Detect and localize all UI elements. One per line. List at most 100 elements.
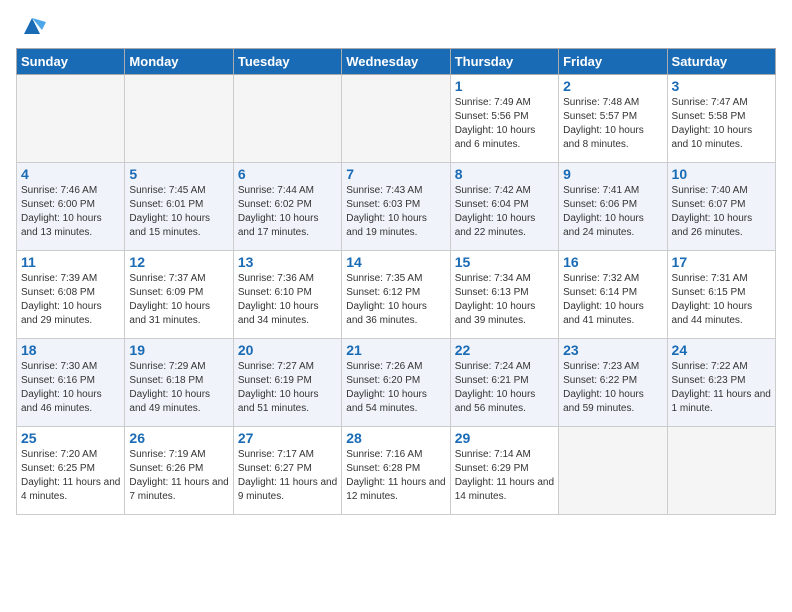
calendar-cell: 12 Sunrise: 7:37 AM Sunset: 6:09 PM Dayli… [125, 251, 233, 339]
day-info: Sunrise: 7:23 AM Sunset: 6:22 PM Dayligh… [563, 360, 662, 416]
day-number: 4 [21, 166, 120, 182]
day-number: 16 [563, 254, 662, 270]
day-number: 1 [455, 78, 554, 94]
weekday-header-saturday: Saturday [667, 49, 775, 75]
calendar-cell: 4 Sunrise: 7:46 AM Sunset: 6:00 PM Daylig… [17, 163, 125, 251]
day-number: 6 [238, 166, 337, 182]
calendar-cell: 15 Sunrise: 7:34 AM Sunset: 6:13 PM Dayli… [450, 251, 558, 339]
logo [16, 12, 46, 40]
day-info: Sunrise: 7:16 AM Sunset: 6:28 PM Dayligh… [346, 448, 445, 504]
day-info: Sunrise: 7:26 AM Sunset: 6:20 PM Dayligh… [346, 360, 445, 416]
page-header [16, 12, 776, 40]
calendar-week-row: 18 Sunrise: 7:30 AM Sunset: 6:16 PM Dayli… [17, 339, 776, 427]
day-number: 22 [455, 342, 554, 358]
calendar-cell: 14 Sunrise: 7:35 AM Sunset: 6:12 PM Dayli… [342, 251, 450, 339]
calendar-cell: 13 Sunrise: 7:36 AM Sunset: 6:10 PM Dayli… [233, 251, 341, 339]
day-info: Sunrise: 7:20 AM Sunset: 6:25 PM Dayligh… [21, 448, 120, 504]
day-info: Sunrise: 7:31 AM Sunset: 6:15 PM Dayligh… [672, 272, 771, 328]
weekday-header-wednesday: Wednesday [342, 49, 450, 75]
calendar-cell: 22 Sunrise: 7:24 AM Sunset: 6:21 PM Dayli… [450, 339, 558, 427]
day-number: 25 [21, 430, 120, 446]
day-number: 9 [563, 166, 662, 182]
day-info: Sunrise: 7:42 AM Sunset: 6:04 PM Dayligh… [455, 184, 554, 240]
day-number: 27 [238, 430, 337, 446]
calendar-cell: 1 Sunrise: 7:49 AM Sunset: 5:56 PM Daylig… [450, 75, 558, 163]
day-info: Sunrise: 7:19 AM Sunset: 6:26 PM Dayligh… [129, 448, 228, 504]
calendar-cell: 2Sunrise: 7:48 AM Sunset: 5:57 PM Daylig… [559, 75, 667, 163]
calendar-cell: 6 Sunrise: 7:44 AM Sunset: 6:02 PM Daylig… [233, 163, 341, 251]
calendar-cell: 7Sunrise: 7:43 AM Sunset: 6:03 PM Daylig… [342, 163, 450, 251]
day-number: 18 [21, 342, 120, 358]
day-info: Sunrise: 7:36 AM Sunset: 6:10 PM Dayligh… [238, 272, 337, 328]
day-number: 11 [21, 254, 120, 270]
day-number: 23 [563, 342, 662, 358]
day-info: Sunrise: 7:29 AM Sunset: 6:18 PM Dayligh… [129, 360, 228, 416]
day-number: 28 [346, 430, 445, 446]
day-number: 10 [672, 166, 771, 182]
calendar-cell [342, 75, 450, 163]
logo-icon [18, 12, 46, 40]
day-number: 12 [129, 254, 228, 270]
day-number: 13 [238, 254, 337, 270]
day-number: 17 [672, 254, 771, 270]
calendar-cell: 26 Sunrise: 7:19 AM Sunset: 6:26 PM Dayli… [125, 427, 233, 515]
day-number: 19 [129, 342, 228, 358]
day-info: Sunrise: 7:37 AM Sunset: 6:09 PM Dayligh… [129, 272, 228, 328]
calendar-cell: 24 Sunrise: 7:22 AM Sunset: 6:23 PM Dayli… [667, 339, 775, 427]
day-number: 15 [455, 254, 554, 270]
day-info: Sunrise: 7:44 AM Sunset: 6:02 PM Dayligh… [238, 184, 337, 240]
day-number: 26 [129, 430, 228, 446]
calendar-cell: 8 Sunrise: 7:42 AM Sunset: 6:04 PM Daylig… [450, 163, 558, 251]
day-info: Sunrise: 7:22 AM Sunset: 6:23 PM Dayligh… [672, 360, 771, 416]
calendar-cell: 27 Sunrise: 7:17 AM Sunset: 6:27 PM Dayli… [233, 427, 341, 515]
calendar-cell: 25 Sunrise: 7:20 AM Sunset: 6:25 PM Dayli… [17, 427, 125, 515]
calendar-cell [559, 427, 667, 515]
weekday-header-friday: Friday [559, 49, 667, 75]
day-number: 21 [346, 342, 445, 358]
calendar-cell: 16 Sunrise: 7:32 AM Sunset: 6:14 PM Dayli… [559, 251, 667, 339]
day-info: Sunrise: 7:46 AM Sunset: 6:00 PM Dayligh… [21, 184, 120, 240]
calendar-week-row: 11 Sunrise: 7:39 AM Sunset: 6:08 PM Dayli… [17, 251, 776, 339]
calendar-cell [125, 75, 233, 163]
day-number: 7 [346, 166, 445, 182]
page-container: SundayMondayTuesdayWednesdayThursdayFrid… [0, 0, 792, 523]
calendar-cell: 23 Sunrise: 7:23 AM Sunset: 6:22 PM Dayli… [559, 339, 667, 427]
day-number: 24 [672, 342, 771, 358]
day-info: Sunrise: 7:30 AM Sunset: 6:16 PM Dayligh… [21, 360, 120, 416]
calendar-cell: 11 Sunrise: 7:39 AM Sunset: 6:08 PM Dayli… [17, 251, 125, 339]
calendar-week-row: 25 Sunrise: 7:20 AM Sunset: 6:25 PM Dayli… [17, 427, 776, 515]
day-info: Sunrise: 7:17 AM Sunset: 6:27 PM Dayligh… [238, 448, 337, 504]
day-info: Sunrise: 7:45 AM Sunset: 6:01 PM Dayligh… [129, 184, 228, 240]
day-info: Sunrise: 7:49 AM Sunset: 5:56 PM Dayligh… [455, 96, 554, 152]
calendar-week-row: 1 Sunrise: 7:49 AM Sunset: 5:56 PM Daylig… [17, 75, 776, 163]
weekday-header-sunday: Sunday [17, 49, 125, 75]
calendar-cell: 5 Sunrise: 7:45 AM Sunset: 6:01 PM Daylig… [125, 163, 233, 251]
calendar-week-row: 4 Sunrise: 7:46 AM Sunset: 6:00 PM Daylig… [17, 163, 776, 251]
weekday-header-monday: Monday [125, 49, 233, 75]
day-info: Sunrise: 7:24 AM Sunset: 6:21 PM Dayligh… [455, 360, 554, 416]
calendar-table: SundayMondayTuesdayWednesdayThursdayFrid… [16, 48, 776, 515]
day-info: Sunrise: 7:39 AM Sunset: 6:08 PM Dayligh… [21, 272, 120, 328]
calendar-cell: 3 Sunrise: 7:47 AM Sunset: 5:58 PM Daylig… [667, 75, 775, 163]
day-info: Sunrise: 7:32 AM Sunset: 6:14 PM Dayligh… [563, 272, 662, 328]
calendar-cell [17, 75, 125, 163]
calendar-cell: 10Sunrise: 7:40 AM Sunset: 6:07 PM Dayli… [667, 163, 775, 251]
day-info: Sunrise: 7:41 AM Sunset: 6:06 PM Dayligh… [563, 184, 662, 240]
day-number: 14 [346, 254, 445, 270]
calendar-cell: 29Sunrise: 7:14 AM Sunset: 6:29 PM Dayli… [450, 427, 558, 515]
day-number: 3 [672, 78, 771, 94]
calendar-cell: 28 Sunrise: 7:16 AM Sunset: 6:28 PM Dayli… [342, 427, 450, 515]
calendar-cell: 17 Sunrise: 7:31 AM Sunset: 6:15 PM Dayli… [667, 251, 775, 339]
calendar-cell [233, 75, 341, 163]
day-info: Sunrise: 7:35 AM Sunset: 6:12 PM Dayligh… [346, 272, 445, 328]
day-number: 8 [455, 166, 554, 182]
day-info: Sunrise: 7:47 AM Sunset: 5:58 PM Dayligh… [672, 96, 771, 152]
weekday-header-row: SundayMondayTuesdayWednesdayThursdayFrid… [17, 49, 776, 75]
day-number: 5 [129, 166, 228, 182]
day-info: Sunrise: 7:34 AM Sunset: 6:13 PM Dayligh… [455, 272, 554, 328]
weekday-header-thursday: Thursday [450, 49, 558, 75]
day-info: Sunrise: 7:14 AM Sunset: 6:29 PM Dayligh… [455, 448, 554, 504]
day-info: Sunrise: 7:48 AM Sunset: 5:57 PM Dayligh… [563, 96, 662, 152]
calendar-cell: 9 Sunrise: 7:41 AM Sunset: 6:06 PM Daylig… [559, 163, 667, 251]
calendar-cell: 21 Sunrise: 7:26 AM Sunset: 6:20 PM Dayli… [342, 339, 450, 427]
